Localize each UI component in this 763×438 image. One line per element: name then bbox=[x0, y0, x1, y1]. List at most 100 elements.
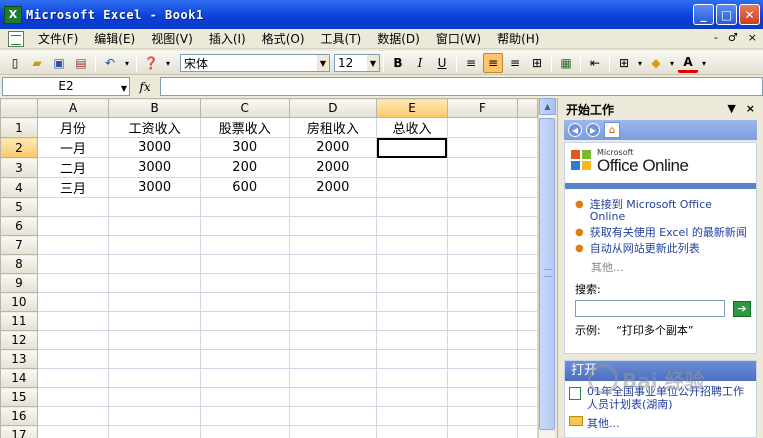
cell-c14[interactable] bbox=[199, 368, 290, 388]
align-right-icon[interactable]: ≡ bbox=[505, 53, 525, 73]
cell-c9[interactable] bbox=[199, 273, 290, 293]
cell-d16[interactable] bbox=[288, 406, 378, 426]
row-header[interactable]: 4 bbox=[0, 177, 38, 198]
task-pane-close-button[interactable]: × bbox=[746, 102, 755, 115]
undo-dropdown-icon[interactable]: ▾ bbox=[122, 53, 132, 73]
minimize-button[interactable]: _ bbox=[693, 4, 714, 25]
row-header[interactable]: 16 bbox=[0, 406, 38, 426]
cell-e4[interactable] bbox=[376, 177, 448, 198]
cell-f10[interactable] bbox=[446, 292, 519, 312]
merge-center-icon[interactable]: ⊞ bbox=[527, 53, 547, 73]
recent-file-link[interactable]: 01年全国事业单位公开招聘工作人员计划表(湖南) bbox=[565, 381, 756, 411]
cell-f15[interactable] bbox=[446, 387, 519, 407]
cell-a17[interactable] bbox=[36, 425, 110, 438]
cell-d6[interactable] bbox=[288, 216, 378, 236]
borders-icon[interactable]: ⊞ bbox=[614, 53, 634, 73]
cell-g11[interactable] bbox=[517, 311, 538, 331]
cell-d2[interactable]: 2000 bbox=[288, 137, 378, 158]
row-header[interactable]: 11 bbox=[0, 311, 38, 331]
cell-g9[interactable] bbox=[517, 273, 538, 293]
cell-f3[interactable] bbox=[446, 157, 519, 178]
row-header[interactable]: 2 bbox=[0, 137, 38, 158]
close-button[interactable]: ✕ bbox=[739, 4, 760, 25]
cell-b16[interactable] bbox=[108, 406, 201, 426]
cell-a11[interactable] bbox=[36, 311, 110, 331]
align-center-icon[interactable]: ≡ bbox=[483, 53, 503, 73]
menu-view[interactable]: 视图(V) bbox=[143, 29, 201, 49]
cell-e2[interactable] bbox=[376, 137, 448, 158]
cell-d13[interactable] bbox=[288, 349, 378, 369]
select-all-corner[interactable] bbox=[0, 98, 38, 118]
cell-c6[interactable] bbox=[199, 216, 290, 236]
menu-data[interactable]: 数据(D) bbox=[369, 29, 428, 49]
cell-d5[interactable] bbox=[288, 197, 378, 217]
link-auto-update[interactable]: ● 自动从网站更新此列表 bbox=[565, 243, 756, 255]
cell-d14[interactable] bbox=[288, 368, 378, 388]
font-size-select[interactable]: 12 ▼ bbox=[334, 54, 380, 72]
cell-e17[interactable] bbox=[376, 425, 448, 438]
task-pane-menu-button[interactable]: ▼ bbox=[727, 102, 735, 115]
cell-b13[interactable] bbox=[108, 349, 201, 369]
cell-g8[interactable] bbox=[517, 254, 538, 274]
cell-a12[interactable] bbox=[36, 330, 110, 350]
cell-a7[interactable] bbox=[36, 235, 110, 255]
cell-g17[interactable] bbox=[517, 425, 538, 438]
cell-a8[interactable] bbox=[36, 254, 110, 274]
cell-d15[interactable] bbox=[288, 387, 378, 407]
menu-edit[interactable]: 编辑(E) bbox=[86, 29, 143, 49]
cell-a6[interactable] bbox=[36, 216, 110, 236]
more-link[interactable]: 其他... bbox=[565, 259, 756, 275]
cell-g4[interactable] bbox=[517, 177, 538, 198]
column-header-b[interactable]: B bbox=[108, 98, 201, 118]
cell-a4[interactable]: 三月 bbox=[36, 177, 110, 198]
bold-button[interactable]: B bbox=[388, 53, 408, 73]
row-header[interactable]: 3 bbox=[0, 157, 38, 178]
cell-g14[interactable] bbox=[517, 368, 538, 388]
italic-button[interactable]: I bbox=[410, 53, 430, 73]
cell-b9[interactable] bbox=[108, 273, 201, 293]
cell-c5[interactable] bbox=[199, 197, 290, 217]
row-header[interactable]: 5 bbox=[0, 197, 38, 217]
cell-g3[interactable] bbox=[517, 157, 538, 178]
cell-e5[interactable] bbox=[376, 197, 448, 217]
cell-a14[interactable] bbox=[36, 368, 110, 388]
cell-b4[interactable]: 3000 bbox=[108, 177, 201, 198]
align-left-icon[interactable]: ≡ bbox=[461, 53, 481, 73]
open-folder-icon[interactable]: ▰ bbox=[27, 53, 47, 73]
cell-g15[interactable] bbox=[517, 387, 538, 407]
cell-f8[interactable] bbox=[446, 254, 519, 274]
cell-d8[interactable] bbox=[288, 254, 378, 274]
cell-b14[interactable] bbox=[108, 368, 201, 388]
doc-minimize-button[interactable]: - bbox=[714, 31, 718, 44]
home-icon[interactable]: ⌂ bbox=[604, 122, 620, 138]
toolbar-options-icon[interactable]: ▾ bbox=[163, 53, 173, 73]
link-label[interactable]: 获取有关使用 Excel 的最新新闻 bbox=[590, 227, 747, 239]
vertical-scrollbar[interactable]: ▲ bbox=[538, 98, 556, 438]
cell-f11[interactable] bbox=[446, 311, 519, 331]
name-box[interactable]: E2 ▼ bbox=[2, 77, 130, 96]
cell-a2[interactable]: 一月 bbox=[36, 137, 110, 158]
cell-e9[interactable] bbox=[376, 273, 448, 293]
cell-c1[interactable]: 股票收入 bbox=[199, 117, 290, 138]
cell-g16[interactable] bbox=[517, 406, 538, 426]
scroll-up-icon[interactable]: ▲ bbox=[539, 98, 556, 115]
doc-close-button[interactable]: × bbox=[748, 31, 757, 44]
cell-e16[interactable] bbox=[376, 406, 448, 426]
menu-insert[interactable]: 插入(I) bbox=[201, 29, 254, 49]
menu-format[interactable]: 格式(O) bbox=[254, 29, 313, 49]
cell-f13[interactable] bbox=[446, 349, 519, 369]
cell-g12[interactable] bbox=[517, 330, 538, 350]
font-color-dropdown-icon[interactable]: ▾ bbox=[700, 53, 708, 73]
font-name-select[interactable]: 宋体 ▼ bbox=[180, 54, 330, 72]
link-connect-office-online[interactable]: ● 连接到 Microsoft Office Online bbox=[565, 199, 756, 223]
chevron-down-icon[interactable]: ▼ bbox=[121, 80, 127, 97]
cell-c15[interactable] bbox=[199, 387, 290, 407]
cell-g1[interactable] bbox=[517, 117, 538, 138]
decrease-indent-icon[interactable]: ⇤ bbox=[585, 53, 605, 73]
cell-b8[interactable] bbox=[108, 254, 201, 274]
save-icon[interactable]: ▣ bbox=[49, 53, 69, 73]
cell-a3[interactable]: 二月 bbox=[36, 157, 110, 178]
cell-d12[interactable] bbox=[288, 330, 378, 350]
menu-tools[interactable]: 工具(T) bbox=[313, 29, 370, 49]
cell-e8[interactable] bbox=[376, 254, 448, 274]
